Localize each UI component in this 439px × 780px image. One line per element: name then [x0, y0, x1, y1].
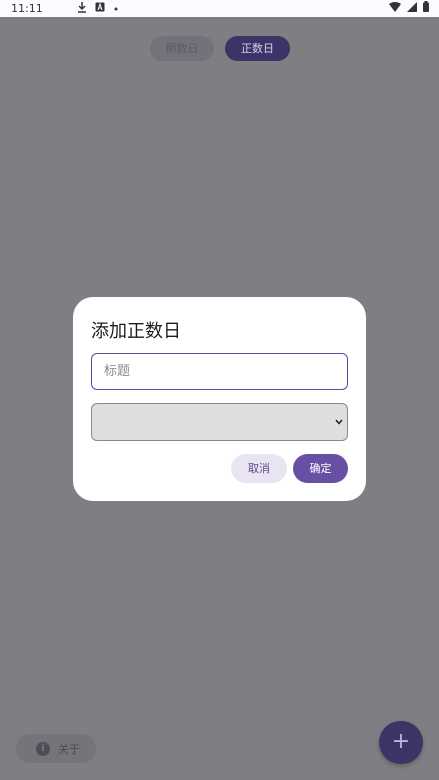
title-input[interactable] — [91, 353, 348, 390]
signal-icon — [407, 1, 417, 15]
cancel-button[interactable]: 取消 — [231, 454, 287, 483]
tab-countup[interactable]: 正数日 — [225, 36, 290, 61]
status-time: 11:11 — [11, 2, 43, 15]
download-icon — [77, 1, 87, 16]
a-icon — [95, 2, 105, 15]
tab-countdown[interactable]: 倒数日 — [150, 36, 214, 61]
add-fab-button[interactable]: + — [379, 721, 423, 764]
info-icon: i — [36, 741, 50, 756]
dialog-title: 添加正数日 — [91, 321, 181, 342]
battery-icon — [423, 1, 429, 15]
wifi-icon — [389, 1, 401, 15]
confirm-button[interactable]: 确定 — [293, 454, 348, 483]
plus-icon: + — [391, 729, 411, 754]
about-label: 关于 — [58, 742, 80, 756]
chevron-down-icon — [335, 417, 343, 428]
dot-icon — [113, 2, 119, 15]
date-select[interactable] — [91, 403, 348, 441]
add-countup-dialog: 添加正数日 取消 确定 — [73, 297, 366, 501]
status-bar: 11:11 — [0, 0, 439, 17]
about-button[interactable]: i 关于 — [16, 734, 96, 763]
